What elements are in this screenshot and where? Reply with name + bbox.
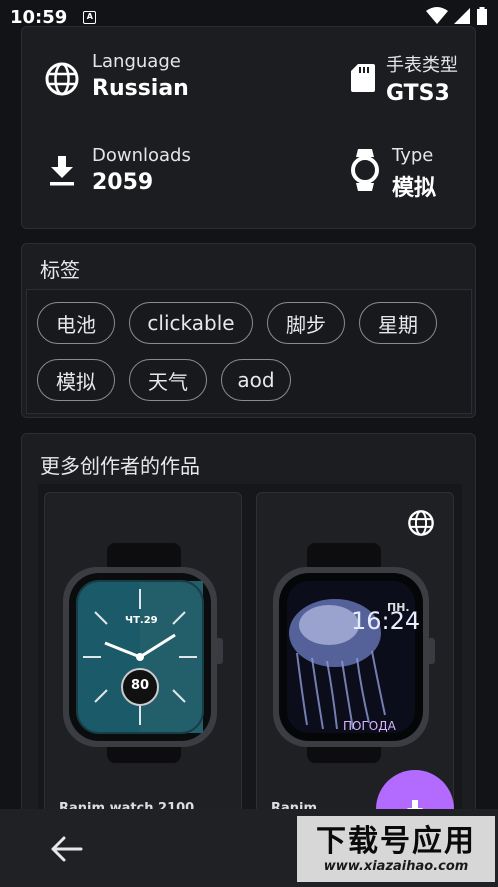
watchface-preview [273,543,435,763]
tag-chip[interactable]: 模拟 [37,359,115,401]
tag-chip[interactable]: 星期 [359,302,437,344]
back-arrow-icon[interactable] [50,835,84,863]
sd-card-icon [351,64,375,92]
language-item: Language Russian [44,51,189,101]
signal-icon [454,8,470,24]
battery-icon [477,7,487,25]
watch-type-label: 手表类型 [386,55,458,76]
downloads-label: Downloads [92,145,191,166]
language-value: Russian [92,76,189,101]
tag-chip[interactable]: aod [221,359,291,401]
type-item: Type 模拟 [350,145,436,202]
type-value: 模拟 [392,176,437,201]
status-icons [426,6,488,26]
watermark-sub-text: www.xiazaihao.com [323,858,469,874]
downloads-item: Downloads 2059 [44,145,191,195]
tag-chip[interactable]: 电池 [37,302,115,344]
type-label: Type [392,145,434,166]
globe-icon [45,62,79,96]
watermark-main-text: 下载号应用 [316,823,476,859]
info-card: Language Russian 手表类型 GTS3 Downloads 205… [21,26,476,229]
wifi-icon [426,7,448,24]
tag-chip[interactable]: 脚步 [267,302,345,344]
watermark-logo: 下载号应用 www.xiazaihao.com [297,816,495,882]
watchface-preview [63,543,223,763]
language-label: Language [92,51,181,72]
watch-icon [351,149,379,191]
tags-title: 标签 [40,258,80,282]
notification-icon: A [83,10,97,24]
watchface-weather: ПОГОДА [343,719,396,733]
watchface-time: 16:24 [351,607,421,635]
tag-chip[interactable]: 天气 [129,359,207,401]
tag-chip[interactable]: clickable [129,302,253,344]
work-card[interactable]: ЧТ.29 80 Ranim watch 2100 [44,492,242,832]
download-icon [50,156,74,186]
tags-card: 标签 电池 clickable 脚步 星期 模拟 天气 aod [21,243,476,418]
watch-type-item: 手表类型 GTS3 [350,51,458,106]
more-works-title: 更多创作者的作品 [40,454,200,478]
watchface-value: 80 [131,678,150,693]
watchface-date: ЧТ.29 [125,615,158,626]
watch-type-value: GTS3 [386,81,450,106]
downloads-value: 2059 [92,170,154,195]
tags-list: 电池 clickable 脚步 星期 模拟 天气 aod [26,289,472,414]
status-time: 10:59 [10,6,68,28]
